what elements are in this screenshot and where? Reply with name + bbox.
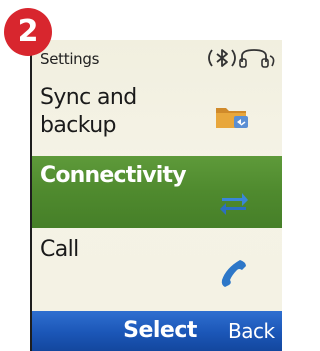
menu-item-connectivity[interactable]: Connectivity (32, 156, 282, 228)
menu-item-label: Call (40, 237, 79, 262)
phone-handset-icon (221, 260, 246, 287)
back-softkey[interactable]: Back (228, 311, 282, 351)
menu-item-label-line: Sync and (40, 85, 137, 110)
status-bar: Settings (32, 40, 282, 76)
headset-icon (239, 49, 275, 68)
select-softkey[interactable]: Select (110, 311, 210, 351)
menu-item-call[interactable]: Call (32, 232, 282, 298)
step-number-badge: 2 (4, 8, 52, 56)
menu-item-label: Connectivity (40, 163, 187, 188)
status-icons (208, 49, 275, 68)
folder-sync-icon (216, 108, 248, 128)
left-softkey[interactable] (32, 311, 92, 351)
menu-item-sync-and-backup[interactable]: Sync and backup (32, 80, 282, 154)
menu-item-label: Sync and backup (40, 84, 190, 140)
bluetooth-icon (208, 49, 236, 67)
phone-screen: Settings Sync and backup Connectivity Ca… (30, 40, 282, 351)
screen-title: Settings (40, 50, 100, 68)
softkey-bar: Select Back (32, 311, 282, 351)
tutorial-screenshot: 2 Settings Sync and backup Connectivity … (0, 0, 282, 351)
connectivity-arrows-icon (220, 193, 248, 215)
menu-item-label-line: backup (40, 113, 117, 138)
